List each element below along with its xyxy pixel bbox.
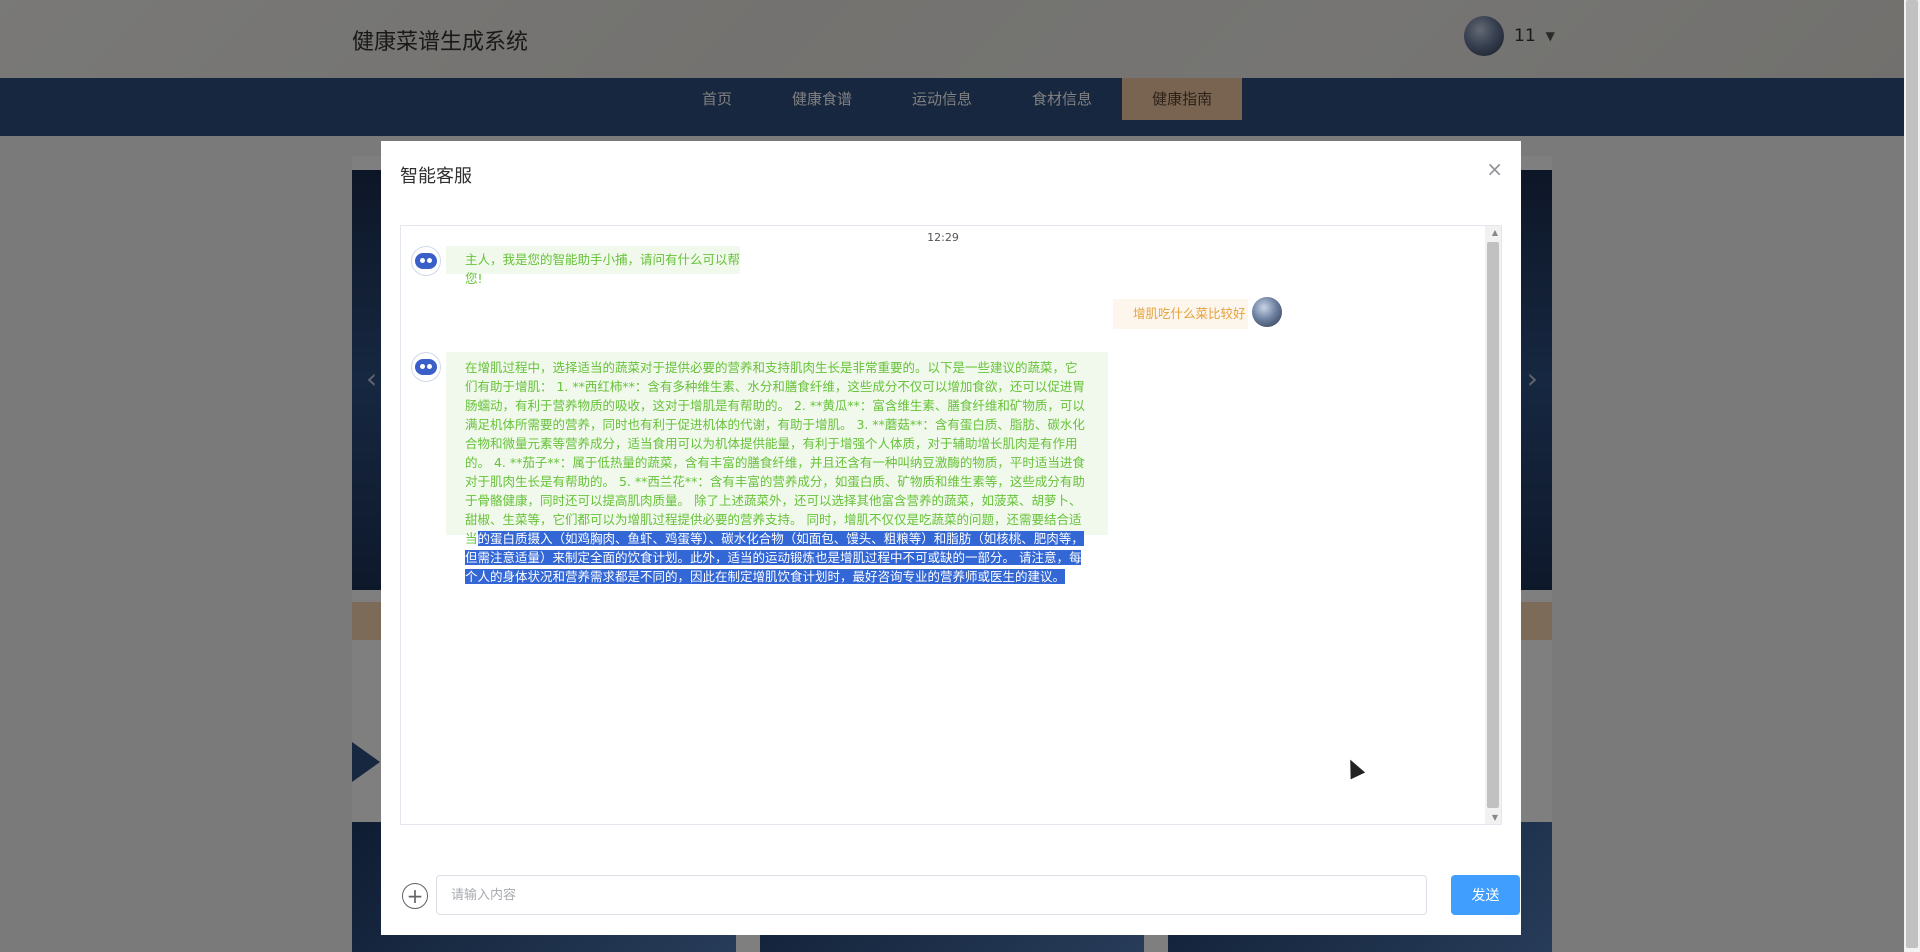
bot-message: 在增肌过程中，选择适当的蔬菜对于提供必要的营养和支持肌肉生长是非常重要的。以下是… — [446, 352, 1108, 584]
chat-messages[interactable]: 12:29 主人，我是您的智能助手小捕，请问有什么可以帮您! 增肌吃什么菜比较好… — [400, 225, 1502, 825]
robot-avatar-icon — [411, 246, 441, 276]
send-button[interactable]: 发送 — [1451, 875, 1520, 915]
robot-avatar-icon — [411, 352, 441, 382]
user-avatar — [1252, 297, 1282, 327]
add-icon[interactable]: + — [402, 883, 428, 909]
bot-message-text: 在增肌过程中，选择适当的蔬菜对于提供必要的营养和支持肌肉生长是非常重要的。以下是… — [465, 360, 1085, 546]
dialog-title: 智能客服 — [400, 166, 472, 187]
user-message: 增肌吃什么菜比较好 — [1113, 299, 1248, 329]
message-input[interactable] — [436, 875, 1427, 915]
page-scrollbar-thumb[interactable] — [1906, 0, 1918, 948]
selected-text: 的蛋白质摄入（如鸡胸肉、鱼虾、鸡蛋等）、碳水化合物（如面包、馒头、粗粮等）和脂肪… — [465, 531, 1084, 584]
scroll-up-icon[interactable]: ▲ — [1492, 228, 1498, 237]
message-timestamp: 12:29 — [927, 231, 959, 244]
chat-input-row: + 发送 — [400, 875, 1520, 915]
scroll-down-icon[interactable]: ▼ — [1492, 813, 1498, 822]
chat-dialog: 智能客服 × 12:29 主人，我是您的智能助手小捕，请问有什么可以帮您! 增肌… — [381, 141, 1521, 935]
bot-message: 主人，我是您的智能助手小捕，请问有什么可以帮您! — [446, 246, 740, 286]
close-icon[interactable]: × — [1486, 157, 1503, 181]
chat-scrollbar-thumb[interactable] — [1487, 242, 1499, 808]
